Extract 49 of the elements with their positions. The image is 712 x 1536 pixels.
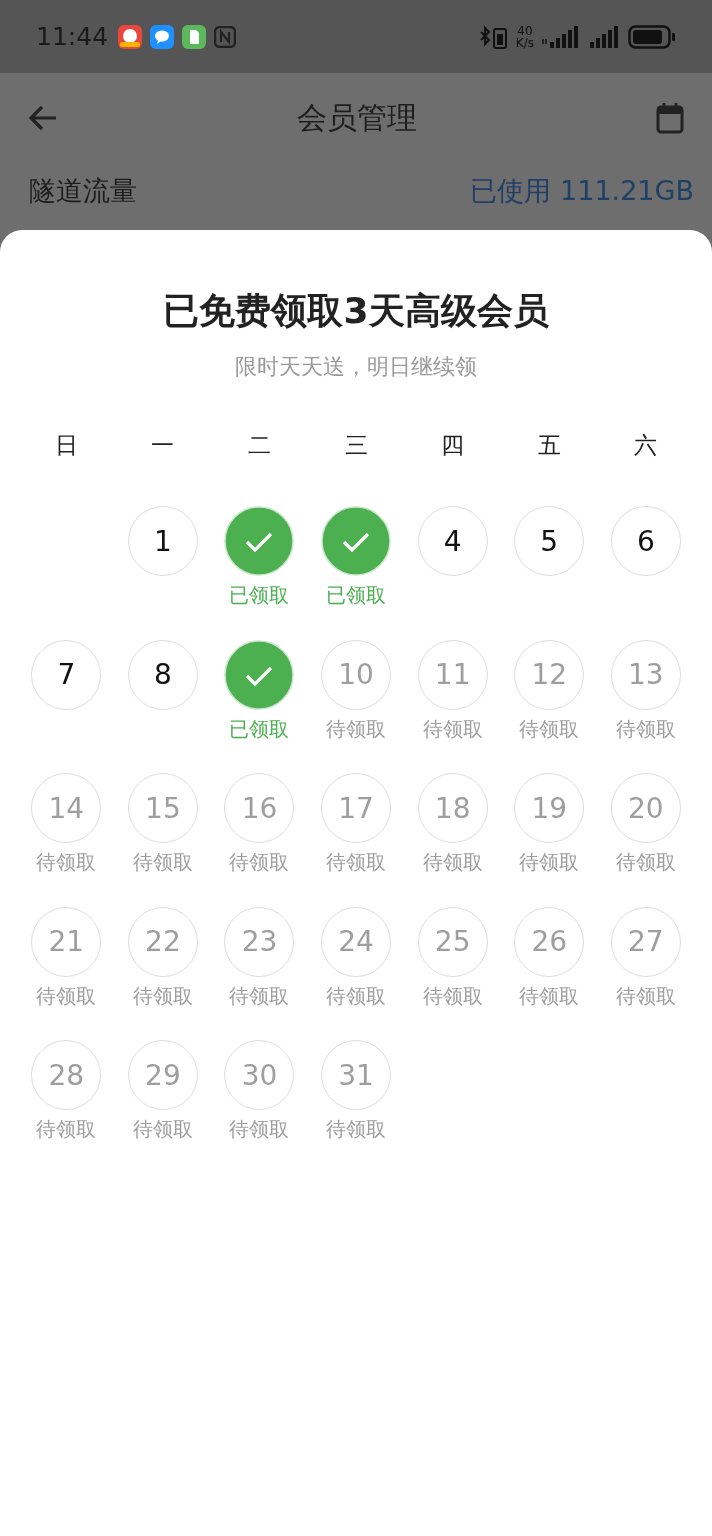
pending-label: 待领取 (326, 715, 387, 742)
app-icon (118, 24, 143, 49)
pending-label: 待领取 (229, 982, 290, 1009)
pending-label: 待领取 (615, 849, 676, 875)
nfc-icon (214, 25, 237, 48)
pending-label: 待领取 (132, 1116, 193, 1142)
claimed-label: 已领取 (229, 582, 290, 608)
pending-label: 待领取 (326, 1116, 387, 1142)
pending-label: 待领取 (36, 849, 97, 875)
bluetooth-battery-icon (477, 23, 508, 50)
network-speed-unit: K/s (515, 36, 534, 49)
pending-label: 待领取 (132, 849, 193, 875)
pending-label: 待领取 (519, 849, 580, 875)
claimed-label: 已领取 (229, 715, 290, 742)
weekday-label: 日 (54, 431, 78, 460)
weekday-label: 五 (537, 431, 561, 460)
battery-icon (628, 23, 676, 50)
claimed-label: 已领取 (326, 582, 387, 608)
pending-label: 待领取 (132, 982, 193, 1009)
pending-label: 待领取 (326, 849, 387, 875)
pending-label: 待领取 (422, 849, 483, 875)
weekday-label: 一 (151, 431, 175, 460)
back-arrow-icon[interactable] (28, 105, 58, 131)
weekday-label: 三 (344, 431, 368, 460)
usage-label: 隧道流量 (29, 174, 137, 208)
page-title: 会员管理 (297, 98, 417, 137)
pending-label: 待领取 (615, 715, 676, 742)
pending-label: 待领取 (229, 1116, 290, 1142)
chat-bubble-icon (150, 24, 175, 49)
weekday-label: 六 (634, 431, 658, 460)
pending-label: 待领取 (519, 982, 580, 1009)
pending-label: 待领取 (422, 982, 483, 1009)
usage-value: 已使用 111.21GB (470, 174, 694, 208)
network-speed-value: 40 (517, 24, 533, 37)
sheet-title: 已免费领取3天高级会员 (162, 289, 550, 333)
sheet-subtitle: 限时天天送，明日继续领 (234, 353, 478, 381)
pending-label: 待领取 (422, 715, 483, 742)
calendar-icon[interactable] (656, 102, 684, 134)
pending-label: 待领取 (36, 982, 97, 1009)
weekday-label: 四 (441, 431, 465, 460)
pending-label: 待领取 (229, 849, 290, 875)
pending-label: 待领取 (615, 982, 676, 1009)
sim-card-icon (182, 24, 207, 49)
signal-icon (590, 23, 620, 50)
pending-label: 待领取 (326, 982, 387, 1009)
weekday-label: 二 (248, 431, 271, 460)
clock-time: 11:44 (36, 22, 109, 51)
pending-label: 待领取 (36, 1116, 97, 1142)
pending-label: 待领取 (519, 715, 580, 742)
